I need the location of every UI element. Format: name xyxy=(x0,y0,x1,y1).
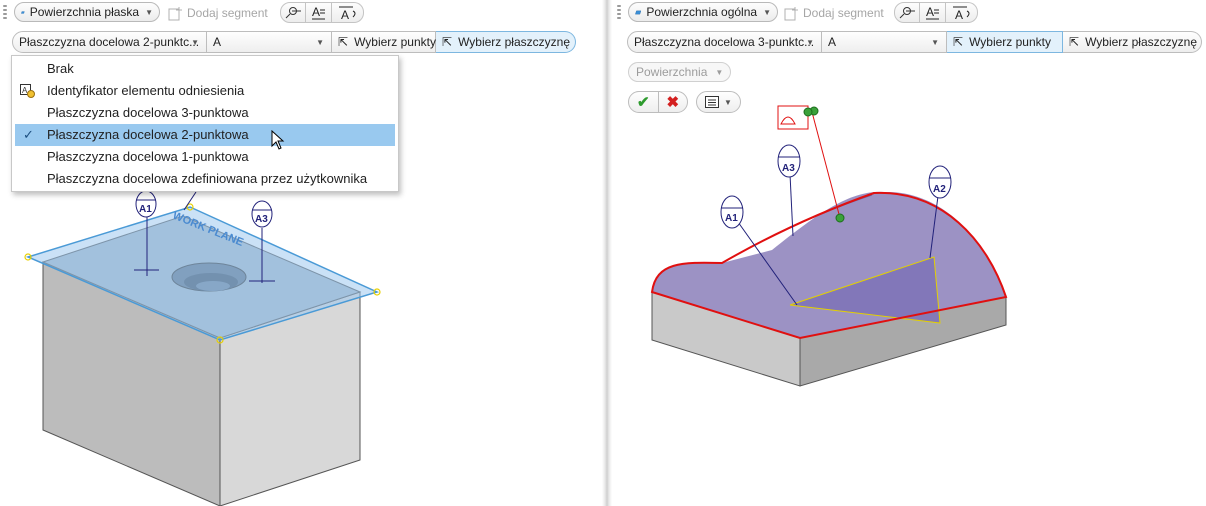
callout-a3-label: A3 xyxy=(255,214,268,225)
chevron-down-icon: ▼ xyxy=(724,97,732,107)
add-segment-label: Dodaj segment xyxy=(803,6,884,20)
callout-a1-label: A1 xyxy=(725,213,738,224)
dropdown-item-none[interactable]: Brak xyxy=(12,58,398,80)
callout-a2-label: A2 xyxy=(933,184,946,195)
callout-a3-label: A3 xyxy=(782,163,795,174)
chevron-down-icon: ▼ xyxy=(806,37,814,47)
add-segment-label: Dodaj segment xyxy=(187,6,268,20)
target-type-dropdown: Brak A Identyfikator elementu odniesieni… xyxy=(11,55,399,192)
dropdown-item-3-point[interactable]: Płaszczyzna docelowa 3-punktowa xyxy=(12,102,398,124)
select-points-label: Wybierz punkty xyxy=(354,35,436,49)
chevron-down-icon: ▼ xyxy=(763,7,771,17)
leader-button[interactable] xyxy=(894,2,920,23)
datum-combo[interactable]: A ▼ xyxy=(822,31,947,53)
target-toolbar: Płaszczyzna docelowa 2-punktc... ▼ A ▼ ⇱… xyxy=(12,31,576,53)
leader-icon xyxy=(899,6,915,18)
toolbar-grip[interactable] xyxy=(616,3,622,21)
chevron-down-icon: ▼ xyxy=(145,7,153,17)
target-type-combo[interactable]: Płaszczyzna docelowa 2-punktc... ▼ xyxy=(12,31,207,53)
add-segment-button[interactable]: Dodaj segment xyxy=(784,3,884,23)
callout-a1-label: A1 xyxy=(139,204,152,215)
select-points-button[interactable]: ⇱ Wybierz punkty xyxy=(947,31,1063,53)
surface-type-combo[interactable]: Powierzchnia płaska ▼ xyxy=(14,2,160,22)
pane-divider xyxy=(602,0,612,506)
select-plane-button[interactable]: ⇱ Wybierz płaszczyznę xyxy=(1063,31,1202,53)
chevron-down-icon: ▼ xyxy=(715,67,724,77)
dropdown-item-label: Brak xyxy=(47,61,74,76)
options-list-button[interactable]: ▼ xyxy=(696,91,741,113)
dropdown-item-label: Identyfikator elementu odniesienia xyxy=(47,83,245,98)
text-attach-icon: A xyxy=(952,6,969,21)
target-toolbar: Płaszczyzna docelowa 3-punktc... ▼ A ▼ ⇱… xyxy=(627,31,1202,53)
surface-combo-value: Powierzchnia xyxy=(636,65,708,79)
select-points-button[interactable]: ⇱ Wybierz punkty xyxy=(332,31,436,53)
list-icon xyxy=(705,96,720,108)
text-style-button[interactable]: A xyxy=(920,2,946,23)
text-attach-icon: A xyxy=(338,6,355,21)
chevron-down-icon: ▼ xyxy=(931,37,939,47)
dropdown-item-label: Płaszczyzna docelowa 2-punktowa xyxy=(47,127,249,142)
datum-combo[interactable]: A ▼ xyxy=(207,31,332,53)
datum-value: A xyxy=(213,35,222,49)
dropdown-item-label: Płaszczyzna docelowa zdefiniowana przez … xyxy=(47,171,368,186)
text-style-icon: A xyxy=(925,5,939,19)
chevron-down-icon: ▼ xyxy=(191,37,199,47)
cursor-icon: ⇱ xyxy=(338,35,349,49)
cursor-icon: ⇱ xyxy=(442,35,453,49)
target-type-value: Płaszczyzna docelowa 2-punktc... xyxy=(19,35,200,49)
add-segment-icon xyxy=(784,6,798,20)
chevron-down-icon: ▼ xyxy=(316,37,324,47)
text-attach-button[interactable]: A xyxy=(946,2,978,23)
right-viewport: A1 A3 A2 Powierzchnia ogólna ▼ Dodaj seg… xyxy=(612,0,1206,506)
ok-button[interactable]: ✔ xyxy=(629,92,658,112)
surface-type-label: Powierzchnia płaska xyxy=(29,5,140,19)
left-viewport: WORK PLANE A1 A3 Powierzchnia płaska ▼ D… xyxy=(0,0,602,506)
svg-text:A: A xyxy=(341,8,349,21)
add-segment-button[interactable]: Dodaj segment xyxy=(168,3,268,23)
flat-surface-icon xyxy=(21,10,25,14)
leader-button[interactable] xyxy=(280,2,306,23)
dropdown-item-2-point[interactable]: ✓ Płaszczyzna docelowa 2-punktowa xyxy=(15,124,395,146)
toolbar-grip[interactable] xyxy=(2,3,8,21)
text-style-button[interactable]: A xyxy=(306,2,332,23)
text-attach-button[interactable]: A xyxy=(332,2,364,23)
ok-cancel-group: ✔ ✖ xyxy=(628,91,688,113)
target-type-value: Płaszczyzna docelowa 3-punktc... xyxy=(634,35,815,49)
check-icon: ✓ xyxy=(23,127,34,142)
dropdown-item-1-point[interactable]: Płaszczyzna docelowa 1-punktowa xyxy=(12,146,398,168)
dropdown-item-label: Płaszczyzna docelowa 1-punktowa xyxy=(47,149,249,164)
svg-text:A: A xyxy=(312,5,320,19)
surface-combo[interactable]: Powierzchnia ▼ xyxy=(628,62,732,82)
svg-text:A: A xyxy=(926,5,934,19)
surface-type-label: Powierzchnia ogólna xyxy=(646,5,758,19)
select-plane-button[interactable]: ⇱ Wybierz płaszczyznę xyxy=(436,31,576,53)
datum-value: A xyxy=(828,35,837,49)
target-type-combo[interactable]: Płaszczyzna docelowa 3-punktc... ▼ xyxy=(627,31,822,53)
profile-symbol xyxy=(777,105,809,130)
datum-identifier-icon: A xyxy=(20,84,35,98)
select-plane-label: Wybierz płaszczyznę xyxy=(458,35,570,49)
dropdown-item-label: Płaszczyzna docelowa 3-punktowa xyxy=(47,105,249,120)
cursor-icon: ⇱ xyxy=(1069,35,1080,49)
select-plane-label: Wybierz płaszczyznę xyxy=(1085,35,1197,49)
surface-type-combo[interactable]: Powierzchnia ogólna ▼ xyxy=(628,2,778,22)
select-points-label: Wybierz punkty xyxy=(969,35,1051,49)
svg-text:A: A xyxy=(955,8,963,21)
add-segment-icon xyxy=(168,6,182,20)
leader-icon xyxy=(285,6,301,18)
mouse-pointer-icon xyxy=(271,130,285,150)
dropdown-item-user-defined[interactable]: Płaszczyzna docelowa zdefiniowana przez … xyxy=(12,168,398,190)
general-surface-icon xyxy=(635,10,642,14)
cursor-icon: ⇱ xyxy=(953,35,964,49)
text-style-icon: A xyxy=(311,5,325,19)
dropdown-item-datum-identifier[interactable]: A Identyfikator elementu odniesienia xyxy=(12,80,398,102)
cancel-button[interactable]: ✖ xyxy=(657,92,688,112)
